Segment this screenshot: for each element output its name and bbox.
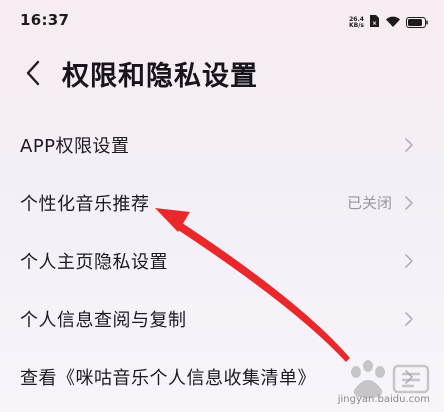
setting-personalized-music-recommendation[interactable]: 个性化音乐推荐 已关闭 <box>0 174 444 232</box>
network-speed: 26.4 KB/s <box>349 16 364 29</box>
setting-personal-info-access[interactable]: 个人信息查阅与复制 <box>0 290 444 348</box>
status-bar: 16:37 26.4 KB/s × <box>0 0 444 44</box>
chevron-right-icon <box>404 311 414 327</box>
page-title: 权限和隐私设置 <box>62 61 258 92</box>
chevron-right-icon <box>404 195 414 211</box>
sim-card-icon: × <box>369 13 380 32</box>
status-time: 16:37 <box>20 11 70 29</box>
setting-label: 个人信息查阅与复制 <box>20 310 187 331</box>
watermark-url: jingyan.baidu.com <box>337 394 430 405</box>
svg-text:×: × <box>372 20 377 27</box>
setting-label: 查看《咪咕音乐个人信息收集清单》 <box>20 368 316 389</box>
back-chevron-icon[interactable] <box>24 59 42 87</box>
setting-label: APP权限设置 <box>20 136 130 157</box>
page-header: 权限和隐私设置 <box>0 50 444 96</box>
setting-app-permissions[interactable]: APP权限设置 <box>0 116 444 174</box>
status-icons: 26.4 KB/s × <box>349 13 428 32</box>
setting-label: 个人主页隐私设置 <box>20 252 168 273</box>
wifi-icon <box>385 13 401 32</box>
setting-label: 个性化音乐推荐 <box>20 194 150 215</box>
network-speed-unit: KB/s <box>349 21 364 29</box>
battery-icon <box>406 13 428 32</box>
chevron-right-icon <box>404 137 414 153</box>
setting-profile-privacy[interactable]: 个人主页隐私设置 <box>0 232 444 290</box>
chevron-right-icon <box>404 253 414 269</box>
setting-status-value: 已关闭 <box>346 194 392 212</box>
